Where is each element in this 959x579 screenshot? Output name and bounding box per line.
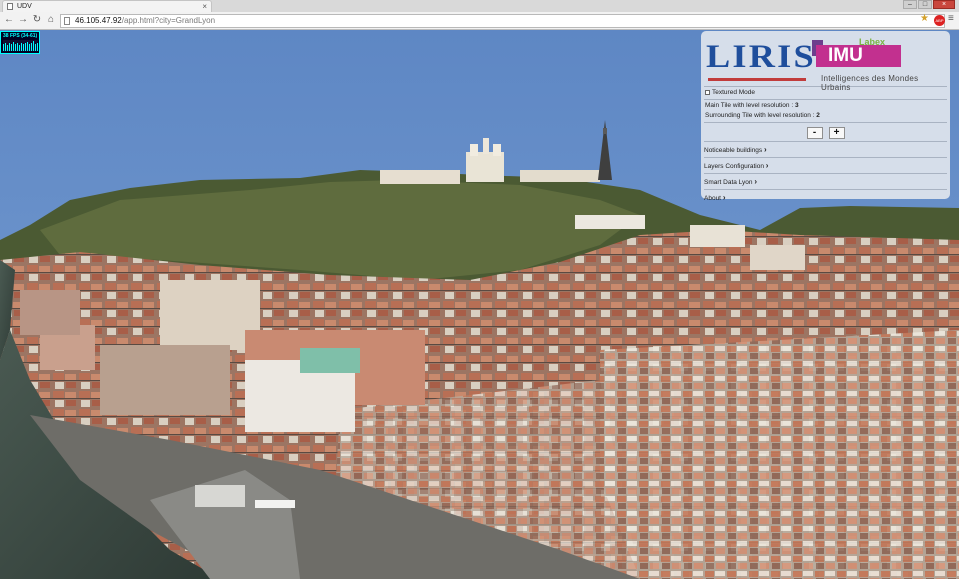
chevron-right-icon: › bbox=[764, 145, 767, 154]
minimize-button[interactable]: – bbox=[903, 0, 917, 9]
textured-mode-label: Textured Mode bbox=[712, 89, 755, 96]
adblock-icon[interactable]: ABP bbox=[934, 15, 945, 26]
liris-logo-bar bbox=[708, 78, 806, 81]
reload-icon[interactable]: ↻ bbox=[31, 14, 43, 25]
decrease-resolution-button[interactable]: - bbox=[806, 127, 823, 139]
star-icon[interactable]: ★ bbox=[920, 13, 929, 24]
tab-udv[interactable]: UDV × bbox=[2, 0, 212, 12]
menu-icon[interactable]: ≡ bbox=[948, 14, 957, 24]
textured-mode-checkbox[interactable] bbox=[705, 89, 710, 95]
smart-data-lyon-link[interactable]: Smart Data Lyon › bbox=[704, 175, 947, 188]
city-3d-viewport[interactable]: 38 FPS (34-61) LIRIS Labex IMU Intellige… bbox=[0, 30, 959, 579]
link-label: About bbox=[704, 195, 721, 202]
divider bbox=[704, 99, 947, 100]
chevron-right-icon: › bbox=[754, 177, 758, 186]
increase-resolution-button[interactable]: + bbox=[828, 127, 845, 139]
control-panel: LIRIS Labex IMU Intelligences des Mondes… bbox=[701, 31, 950, 202]
imu-subtitle: Intelligences des Mondes Urbains bbox=[821, 74, 919, 92]
page-icon bbox=[7, 3, 13, 10]
surrounding-tile-value: 2 bbox=[816, 112, 820, 119]
link-label: Smart Data Lyon bbox=[704, 179, 753, 186]
main-tile-label: Main Tile with level resolution : bbox=[705, 102, 795, 109]
fps-text: 38 FPS (34-61) bbox=[3, 33, 38, 39]
about-link[interactable]: About › bbox=[704, 191, 947, 204]
divider bbox=[704, 173, 947, 174]
address-bar[interactable]: 46.105.47.92/app.html?city=GrandLyon bbox=[60, 14, 945, 28]
back-arrow-icon[interactable]: ← bbox=[3, 14, 15, 25]
divider bbox=[704, 141, 947, 142]
chevron-right-icon: › bbox=[765, 161, 769, 170]
logo-area: LIRIS Labex IMU Intelligences des Mondes… bbox=[704, 33, 947, 92]
main-tile-value: 3 bbox=[794, 102, 799, 109]
forward-arrow-icon[interactable]: → bbox=[17, 14, 29, 25]
surrounding-tile-label: Surrounding Tile with level resolution : bbox=[705, 112, 817, 119]
tab-strip: UDV × – □ × bbox=[0, 0, 959, 12]
imu-logo: IMU bbox=[816, 45, 901, 67]
home-icon[interactable]: ⌂ bbox=[45, 14, 57, 25]
url-path: /app.html?city=GrandLyon bbox=[121, 16, 216, 25]
divider bbox=[704, 189, 947, 190]
divider bbox=[704, 157, 947, 158]
link-label: Layers Configuration bbox=[704, 163, 764, 170]
browser-toolbar: ← → ↻ ⌂ 46.105.47.92/app.html?city=Grand… bbox=[0, 12, 959, 30]
window-controls: – □ × bbox=[903, 0, 955, 10]
resolution-buttons: - + bbox=[704, 124, 947, 140]
page-info-icon bbox=[64, 17, 70, 25]
noticeable-buildings-link[interactable]: Noticeable buildings › bbox=[704, 143, 947, 156]
surrounding-tile-row: Surrounding Tile with level resolution :… bbox=[704, 111, 947, 121]
url-host: 46.105.47.92 bbox=[75, 16, 122, 25]
fps-graph bbox=[3, 40, 38, 51]
tab-title: UDV bbox=[17, 3, 32, 10]
layers-configuration-link[interactable]: Layers Configuration › bbox=[704, 159, 947, 172]
main-tile-row: Main Tile with level resolution : 3 bbox=[704, 101, 947, 111]
maximize-button[interactable]: □ bbox=[918, 0, 932, 9]
chevron-right-icon: › bbox=[722, 193, 726, 202]
divider bbox=[704, 122, 947, 123]
liris-logo: LIRIS bbox=[706, 39, 816, 75]
fps-stats-overlay: 38 FPS (34-61) bbox=[0, 31, 40, 54]
close-window-button[interactable]: × bbox=[933, 0, 955, 9]
link-label: Noticeable buildings bbox=[704, 147, 763, 154]
tab-close-icon[interactable]: × bbox=[202, 1, 207, 12]
